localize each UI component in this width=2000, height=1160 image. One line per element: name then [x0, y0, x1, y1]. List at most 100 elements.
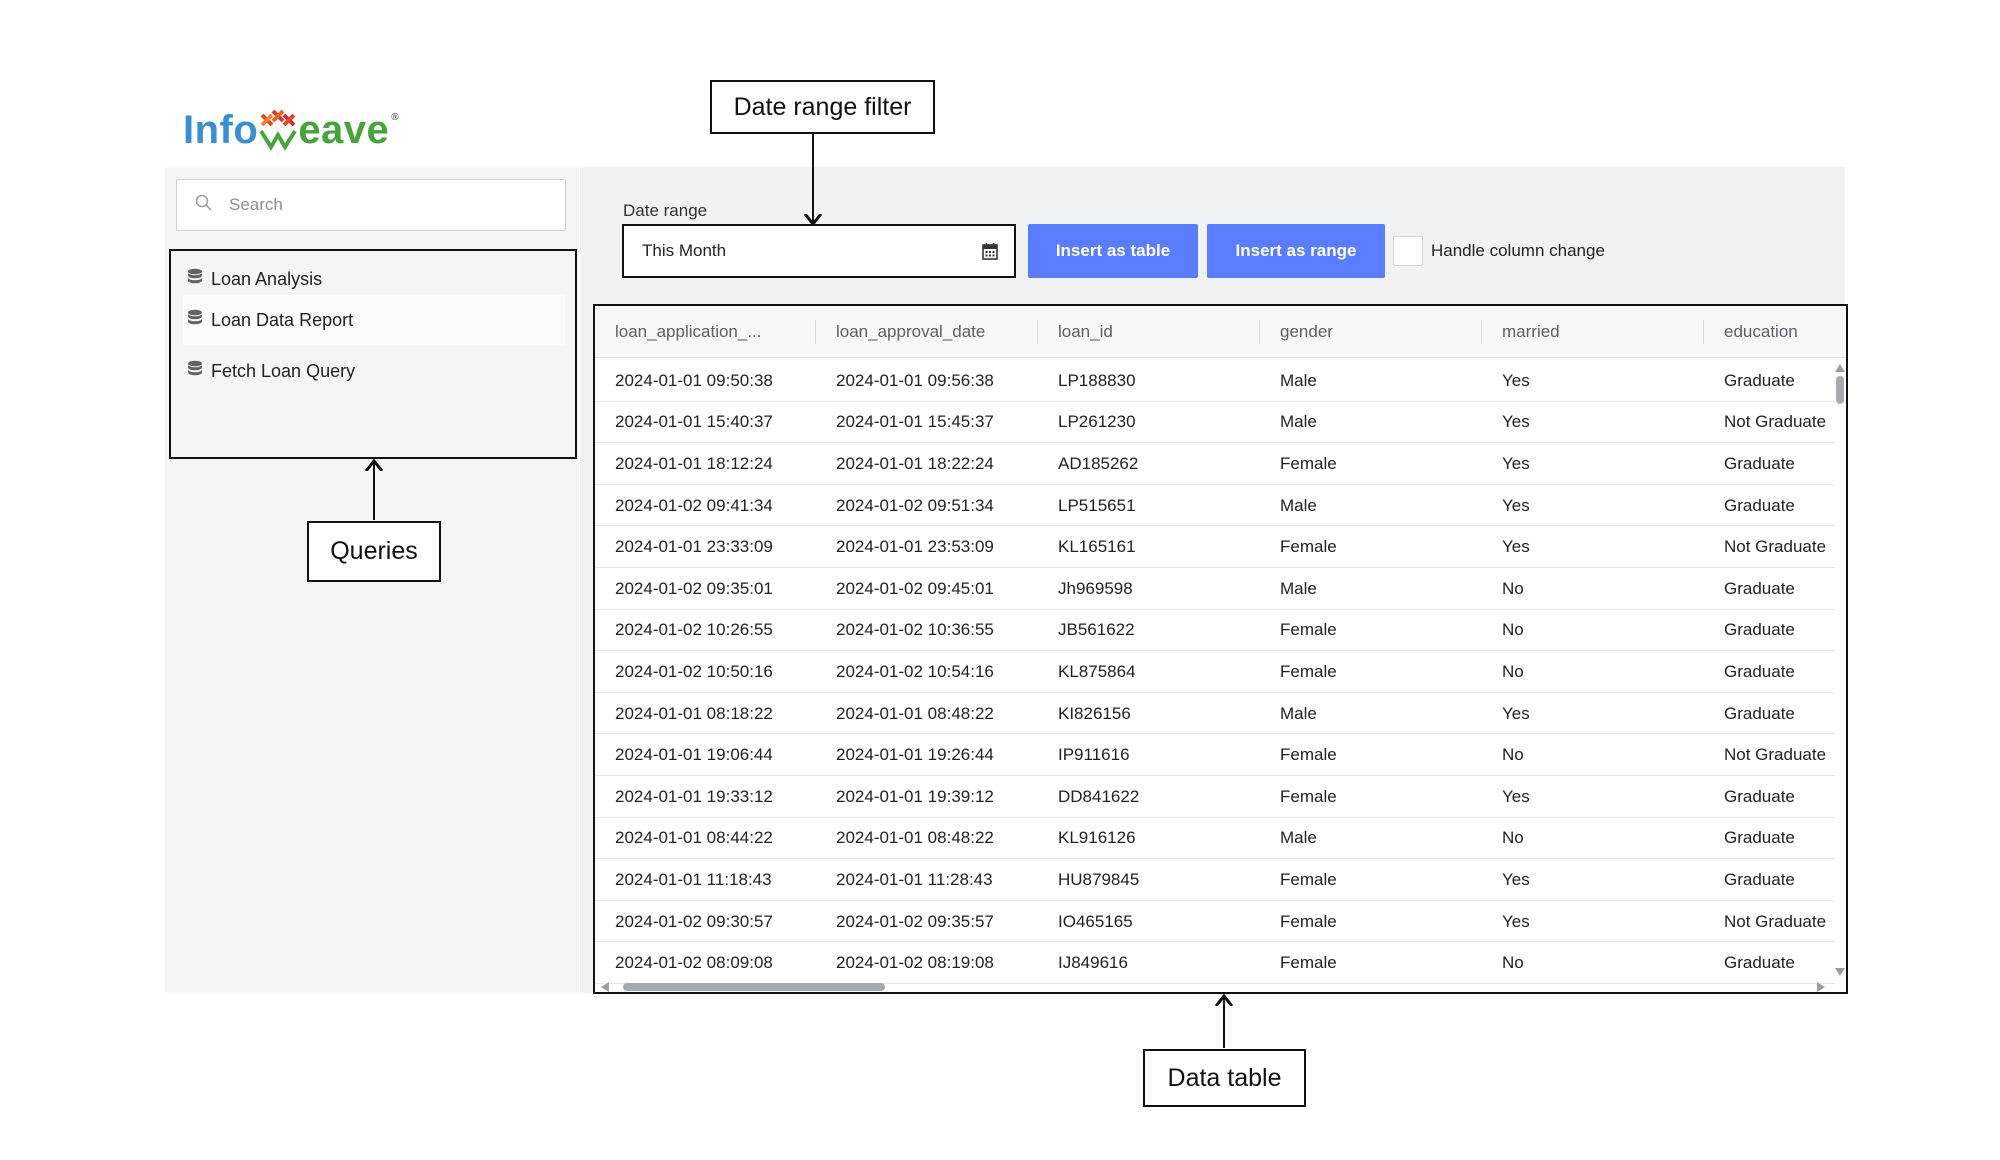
scroll-down-arrow-icon[interactable]	[1835, 968, 1845, 976]
table-cell: Female	[1280, 911, 1337, 931]
table-cell: KL875864	[1058, 661, 1136, 681]
annotation-date-range-filter: Date range filter	[710, 80, 935, 134]
handle-column-change-label: Handle column change	[1431, 241, 1605, 260]
column-header[interactable]: loan_id	[1038, 306, 1259, 358]
table-row[interactable]: 2024-01-02 09:41:34 2024-01-02 09:51:34 LP…	[595, 485, 1835, 527]
table-cell: No	[1502, 745, 1524, 765]
table-row[interactable]: 2024-01-01 11:18:43 2024-01-01 11:28:43 HU…	[595, 859, 1835, 901]
table-cell: Graduate	[1724, 370, 1795, 390]
vertical-scrollbar[interactable]	[1834, 360, 1846, 976]
logo-text-part1: Info	[183, 108, 259, 152]
table-cell: 2024-01-01 09:56:38	[836, 370, 994, 390]
table-cell: Male	[1280, 370, 1317, 390]
table-cell: KI826156	[1058, 703, 1131, 723]
table-row[interactable]: 2024-01-01 19:06:44 2024-01-01 19:26:44 IP…	[595, 734, 1835, 776]
table-cell: KL165161	[1058, 537, 1136, 557]
table-row[interactable]: 2024-01-02 09:35:01 2024-01-02 09:45:01 Jh…	[595, 568, 1835, 610]
table-cell: KL916126	[1058, 828, 1136, 848]
table-cell: No	[1502, 620, 1524, 640]
handle-column-change-checkbox[interactable]	[1393, 236, 1423, 266]
query-item-loan-data-report[interactable]: Loan Data Report	[183, 295, 565, 345]
table-cell: Female	[1280, 537, 1337, 557]
table-cell: 2024-01-01 11:28:43	[836, 869, 993, 889]
table-cell: 2024-01-01 18:22:24	[836, 453, 994, 473]
scroll-left-arrow-icon[interactable]	[601, 982, 609, 992]
vertical-scroll-thumb[interactable]	[1836, 376, 1844, 404]
table-cell: No	[1502, 953, 1524, 973]
table-row[interactable]: 2024-01-01 15:40:37 2024-01-01 15:45:37 LP…	[595, 402, 1835, 444]
database-icon	[187, 360, 203, 383]
table-cell: 2024-01-02 09:51:34	[836, 495, 994, 515]
search-field[interactable]	[176, 179, 566, 231]
table-cell: Graduate	[1724, 620, 1795, 640]
table-cell: Female	[1280, 661, 1337, 681]
table-cell: 2024-01-01 19:06:44	[615, 745, 773, 765]
table-row[interactable]: 2024-01-01 08:18:22 2024-01-01 08:48:22 KI…	[595, 693, 1835, 735]
query-list: Loan Analysis Loan Data Report Fetch Loa…	[169, 249, 577, 459]
insert-as-table-button[interactable]: Insert as table	[1028, 224, 1198, 278]
table-cell: Not Graduate	[1724, 412, 1827, 432]
query-item-fetch-loan-query[interactable]: Fetch Loan Query	[183, 346, 565, 396]
query-item-label: Loan Analysis	[211, 268, 323, 289]
table-cell: No	[1502, 828, 1524, 848]
table-row[interactable]: 2024-01-02 10:26:55 2024-01-02 10:36:55 JB…	[595, 610, 1835, 652]
annotation-data-table: Data table	[1143, 1049, 1306, 1107]
calendar-icon[interactable]	[982, 242, 998, 265]
table-cell: Yes	[1502, 703, 1530, 723]
column-header[interactable]: loan_approval_date	[816, 306, 1037, 358]
table-cell: 2024-01-01 19:26:44	[836, 745, 994, 765]
table-cell: IJ849616	[1058, 953, 1128, 973]
table-row[interactable]: 2024-01-01 19:33:12 2024-01-01 19:39:12 DD…	[595, 776, 1835, 818]
table-cell: 2024-01-01 08:18:22	[615, 703, 773, 723]
scroll-right-arrow-icon[interactable]	[1817, 982, 1825, 992]
table-cell: Yes	[1502, 786, 1530, 806]
query-item-label: Fetch Loan Query	[211, 360, 356, 381]
table-cell: Male	[1280, 828, 1317, 848]
date-range-picker[interactable]: This Month	[622, 224, 1016, 278]
table-cell: 2024-01-02 08:09:08	[615, 953, 773, 973]
column-header[interactable]: loan_application_...	[595, 306, 815, 358]
table-cell: Female	[1280, 786, 1337, 806]
table-cell: 2024-01-02 10:26:55	[615, 620, 773, 640]
search-input[interactable]	[229, 195, 549, 215]
table-row[interactable]: 2024-01-02 10:50:16 2024-01-02 10:54:16 KL…	[595, 651, 1835, 693]
table-cell: Yes	[1502, 911, 1530, 931]
table-cell: Male	[1280, 578, 1317, 598]
table-cell: Graduate	[1724, 703, 1795, 723]
table-row[interactable]: 2024-01-01 09:50:38 2024-01-01 09:56:38 LP…	[595, 360, 1835, 402]
table-cell: 2024-01-01 18:12:24	[615, 453, 773, 473]
screenshot-stage: Info eave ® Loan Analysis	[0, 0, 2000, 1160]
insert-as-range-button[interactable]: Insert as range	[1207, 224, 1385, 278]
column-header[interactable]: gender	[1260, 306, 1481, 358]
horizontal-scroll-thumb[interactable]	[623, 983, 885, 991]
database-icon	[187, 268, 203, 291]
date-range-label: Date range	[623, 201, 708, 220]
table-cell: 2024-01-01 19:39:12	[836, 786, 994, 806]
table-row[interactable]: 2024-01-02 09:30:57 2024-01-02 09:35:57 IO…	[595, 901, 1835, 943]
database-icon	[187, 309, 203, 332]
table-cell: IP911616	[1058, 745, 1130, 765]
table-row[interactable]: 2024-01-02 08:09:08 2024-01-02 08:19:08 IJ…	[595, 942, 1835, 984]
table-cell: Jh969598	[1058, 578, 1133, 598]
table-cell: LP515651	[1058, 495, 1136, 515]
table-cell: 2024-01-02 09:30:57	[615, 911, 773, 931]
table-cell: HU879845	[1058, 869, 1140, 889]
scroll-up-arrow-icon[interactable]	[1835, 364, 1845, 372]
table-cell: 2024-01-02 10:36:55	[836, 620, 994, 640]
logo-registered-mark: ®	[391, 112, 400, 123]
table-cell: IO465165	[1058, 911, 1133, 931]
table-cell: 2024-01-02 10:54:16	[836, 661, 994, 681]
table-cell: Graduate	[1724, 661, 1795, 681]
data-table: loan_application_... loan_approval_date …	[593, 304, 1848, 994]
table-cell: No	[1502, 578, 1524, 598]
search-icon	[195, 194, 213, 217]
column-header[interactable]: education	[1704, 306, 1844, 358]
table-cell: Yes	[1502, 869, 1530, 889]
horizontal-scrollbar[interactable]	[595, 980, 1846, 992]
table-row[interactable]: 2024-01-01 23:33:09 2024-01-01 23:53:09 KL…	[595, 526, 1835, 568]
column-header[interactable]: married	[1482, 306, 1703, 358]
table-cell: 2024-01-01 08:48:22	[836, 703, 994, 723]
table-cell: Graduate	[1724, 578, 1795, 598]
table-row[interactable]: 2024-01-01 08:44:22 2024-01-01 08:48:22 KL…	[595, 818, 1835, 860]
table-row[interactable]: 2024-01-01 18:12:24 2024-01-01 18:22:24 AD…	[595, 443, 1835, 485]
